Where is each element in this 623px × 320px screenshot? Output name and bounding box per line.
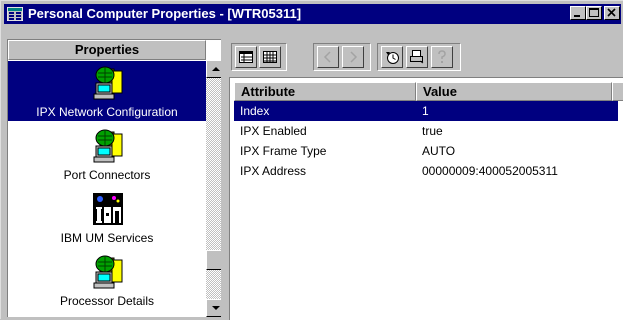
view-button-group	[231, 43, 287, 71]
table-row[interactable]: IPX Frame Type AUTO	[234, 141, 618, 161]
property-item-label: IPX Network Configuration	[36, 105, 178, 119]
attribute-cell: IPX Frame Type	[240, 144, 327, 158]
value-cell: true	[422, 124, 443, 138]
table-row[interactable]: Index 1	[234, 101, 618, 121]
maximize-button[interactable]	[586, 6, 602, 20]
previous-icon	[323, 51, 331, 63]
property-item-port-connectors[interactable]: Port Connectors	[8, 124, 206, 184]
attribute-cell: IPX Address	[240, 164, 307, 178]
table-row[interactable]: IPX Enabled true	[234, 121, 618, 141]
pane-splitter[interactable]	[221, 31, 229, 320]
properties-window: Personal Computer Properties - [WTR05311…	[0, 0, 623, 320]
computer-network-icon	[93, 129, 123, 163]
next-icon	[350, 51, 358, 63]
property-item-ibm-um-services[interactable]: IBM UM Services	[8, 187, 206, 247]
close-button[interactable]	[604, 6, 620, 20]
grid-view-icon	[263, 51, 277, 63]
property-item-processor-details[interactable]: Processor Details	[8, 250, 206, 310]
grid-view-button[interactable]	[259, 46, 281, 68]
value-cell: 1	[422, 104, 429, 118]
computer-network-icon	[93, 255, 123, 289]
computer-network-icon	[93, 66, 123, 100]
attribute-grid: Attribute Value Index 1 IPX Enabled true…	[229, 77, 623, 320]
ibm-logo-icon	[93, 193, 123, 225]
action-button-group	[377, 43, 461, 71]
attribute-cell: Index	[240, 104, 270, 118]
table-row[interactable]: IPX Address 00000009:400052005311	[234, 161, 618, 181]
previous-button[interactable]	[317, 46, 339, 68]
value-cell: 00000009:400052005311	[422, 164, 558, 178]
value-cell: AUTO	[422, 144, 456, 158]
print-button[interactable]	[406, 46, 428, 68]
help-icon	[438, 50, 446, 63]
help-button[interactable]	[431, 46, 453, 68]
minimize-button[interactable]	[570, 6, 586, 20]
navigation-button-group	[313, 43, 371, 71]
property-item-label: IBM UM Services	[60, 231, 154, 245]
details-view-icon	[239, 51, 253, 63]
refresh-button[interactable]	[381, 46, 403, 68]
properties-pane: Properties IPX Network Configuration Por…	[7, 39, 229, 317]
next-button[interactable]	[342, 46, 364, 68]
properties-header[interactable]: Properties	[8, 40, 206, 60]
window-title: Personal Computer Properties - [WTR05311…	[28, 6, 302, 21]
toolbar	[229, 25, 623, 75]
property-item-label: Processor Details	[59, 294, 155, 308]
print-icon	[410, 50, 424, 64]
app-icon[interactable]	[6, 6, 24, 22]
property-item-ipx-network[interactable]: IPX Network Configuration	[8, 61, 206, 121]
details-view-button[interactable]	[235, 46, 257, 68]
title-bar[interactable]: Personal Computer Properties - [WTR05311…	[4, 4, 621, 24]
column-header-filler	[612, 82, 623, 101]
column-header-value[interactable]: Value	[416, 82, 612, 101]
refresh-clock-icon	[386, 52, 399, 64]
attribute-cell: IPX Enabled	[240, 124, 307, 138]
property-item-label: Port Connectors	[63, 168, 151, 182]
column-header-attribute[interactable]: Attribute	[234, 82, 416, 101]
